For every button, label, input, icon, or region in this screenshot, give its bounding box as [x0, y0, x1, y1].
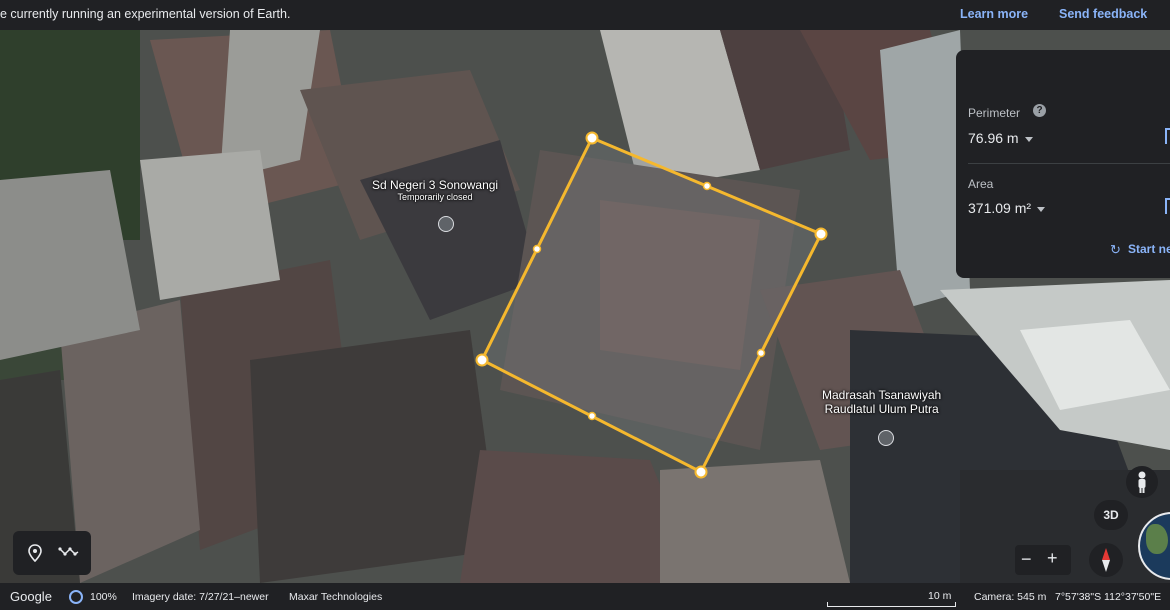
copy-icon[interactable]: [1165, 198, 1170, 214]
scale-label: 10 m: [928, 590, 952, 602]
compass-icon[interactable]: [1089, 543, 1123, 577]
place-name: Sd Negeri 3 Sonowangi: [372, 178, 499, 192]
measure-path-icon[interactable]: [58, 546, 80, 558]
imagery-date: Imagery date: 7/27/21–newer: [132, 591, 269, 603]
send-feedback-link[interactable]: Send feedback: [1059, 7, 1147, 21]
perimeter-value[interactable]: 76.96 m: [968, 130, 1033, 146]
place-label-school[interactable]: Sd Negeri 3 Sonowangi Temporarily closed: [372, 178, 498, 202]
chevron-down-icon: [1037, 206, 1046, 212]
place-name-line1: Madrasah Tsanawiyah: [822, 388, 942, 402]
location-pin-icon[interactable]: [27, 544, 43, 562]
tool-panel: [13, 531, 91, 575]
street-view-pegman-icon[interactable]: [1126, 466, 1158, 498]
imagery-provider[interactable]: Maxar Technologies: [289, 591, 382, 603]
start-new-button[interactable]: Start ne: [1128, 242, 1170, 256]
perimeter-label: Perimeter: [968, 106, 1021, 120]
divider: [968, 163, 1170, 164]
area-label: Area: [968, 177, 994, 191]
3d-toggle-button[interactable]: 3D: [1094, 500, 1128, 530]
midpoint-handle[interactable]: [702, 181, 712, 191]
banner-message: e currently running an experimental vers…: [0, 7, 291, 21]
coordinates: 7°57'38"S 112°37'50"E: [1055, 591, 1162, 603]
zoom-controls: − +: [1015, 545, 1071, 575]
zoom-in-button[interactable]: +: [1047, 548, 1058, 569]
vertex-handle[interactable]: [475, 353, 489, 367]
school-pin-icon[interactable]: [438, 216, 454, 232]
zoom-out-button[interactable]: −: [1021, 549, 1032, 570]
polygon-area[interactable]: [479, 136, 824, 475]
load-percent: 100%: [90, 591, 117, 603]
restart-icon: ↻: [1110, 242, 1121, 257]
place-label-madrasah[interactable]: Madrasah Tsanawiyah Raudlatul Ulum Putra: [822, 388, 941, 416]
google-logo: Google: [10, 589, 52, 604]
status-bar: Google 100% Imagery date: 7/27/21–newer …: [0, 583, 1170, 610]
copy-icon[interactable]: [1165, 128, 1170, 144]
learn-more-link[interactable]: Learn more: [960, 7, 1028, 21]
midpoint-handle[interactable]: [532, 244, 542, 254]
vertex-handle[interactable]: [694, 465, 708, 479]
experimental-banner: e currently running an experimental vers…: [0, 0, 1170, 30]
camera-altitude: Camera: 545 m: [974, 591, 1047, 603]
vertex-handle[interactable]: [814, 227, 828, 241]
midpoint-handle[interactable]: [587, 411, 597, 421]
chevron-down-icon: [1024, 136, 1033, 142]
loading-ring-icon: [69, 590, 83, 604]
vertex-handle[interactable]: [585, 131, 599, 145]
measure-panel: Perimeter ? 76.96 m Area 371.09 m² ↻ Sta…: [956, 50, 1170, 278]
place-status: Temporarily closed: [397, 192, 473, 202]
place-name-line2: Raudlatul Ulum Putra: [824, 402, 939, 416]
midpoint-handle[interactable]: [756, 348, 766, 358]
school-pin-icon[interactable]: [878, 430, 894, 446]
area-value[interactable]: 371.09 m²: [968, 200, 1046, 216]
scale-bar: [827, 602, 956, 607]
help-icon[interactable]: ?: [1033, 104, 1046, 117]
